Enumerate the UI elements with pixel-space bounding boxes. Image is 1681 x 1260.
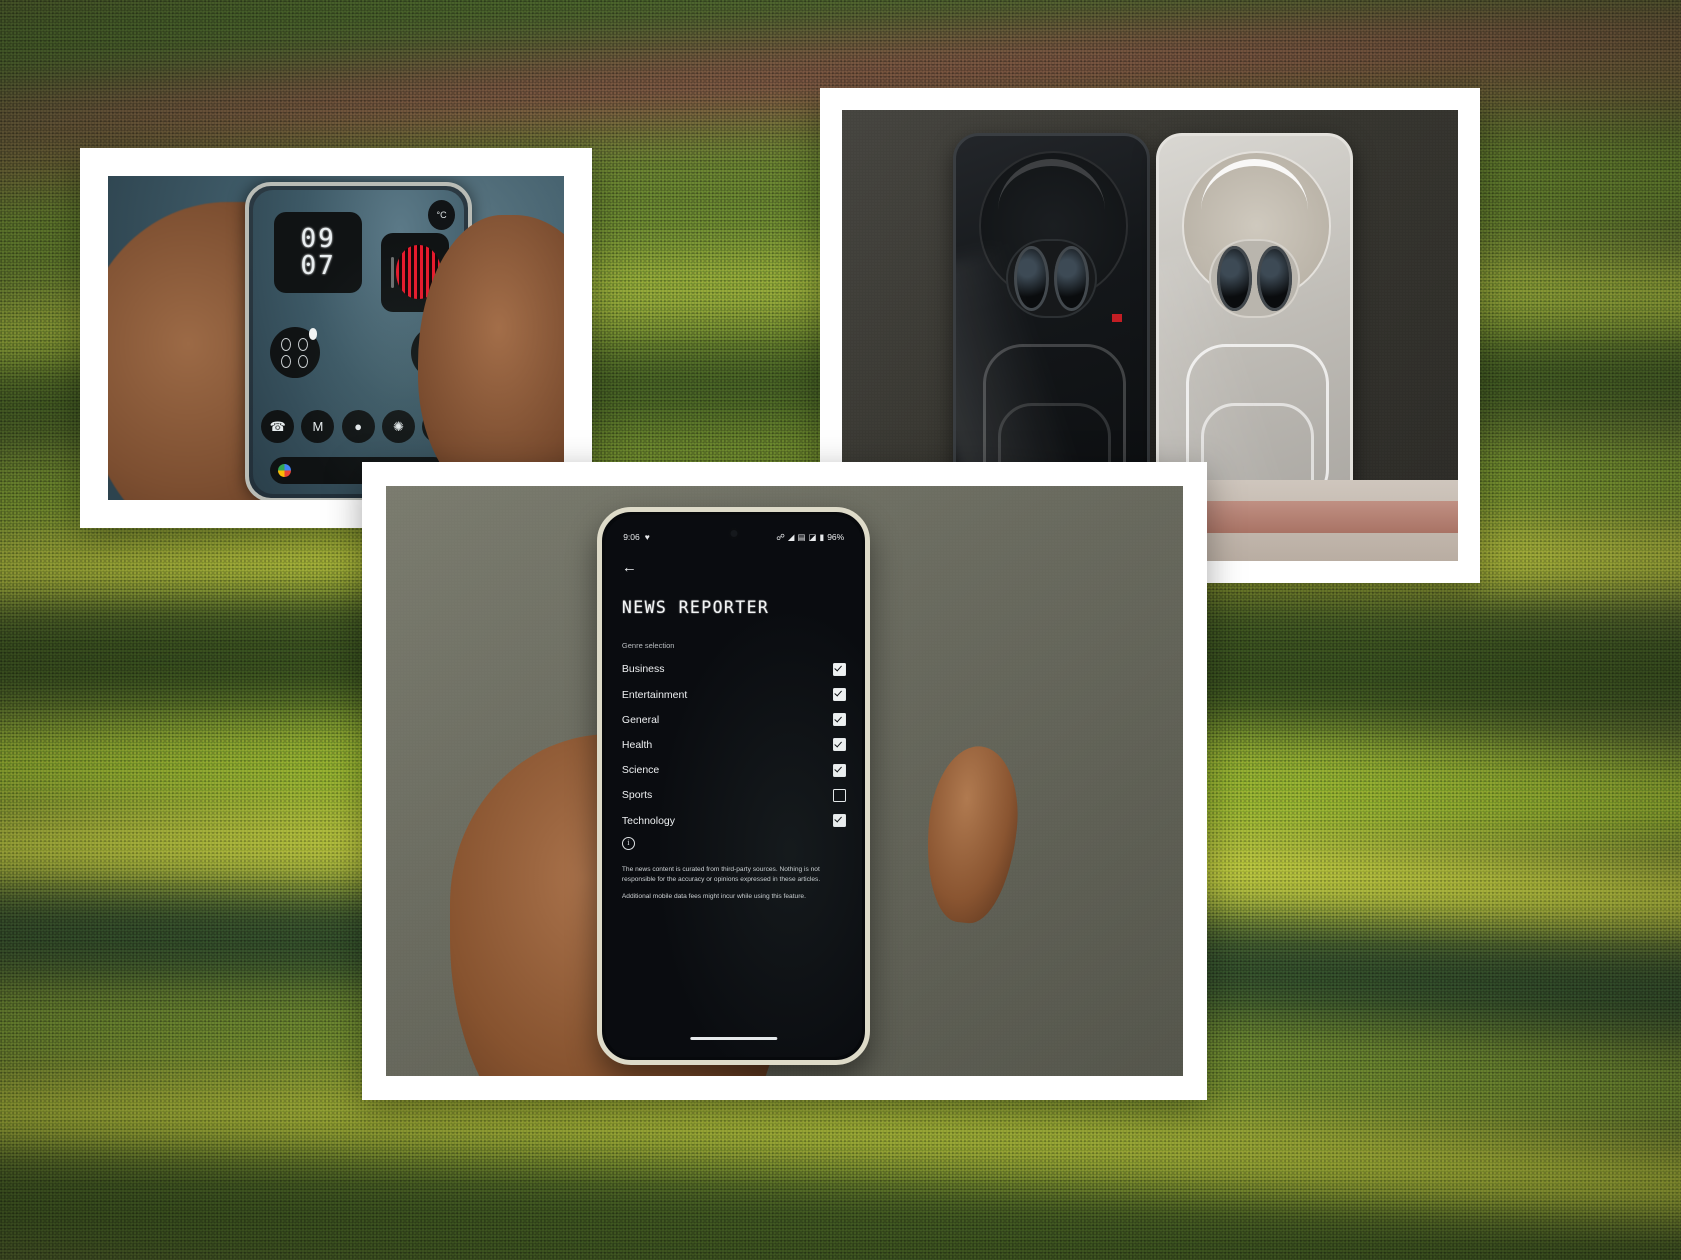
genre-label: Health — [621, 738, 653, 751]
dock-icon-photos[interactable]: ✺ — [381, 410, 415, 444]
genre-label: General — [621, 713, 660, 726]
list-item[interactable]: Entertainment — [622, 682, 846, 707]
dock-icon-maps[interactable]: ● — [341, 410, 375, 444]
news-reporter-photo: 9:06 ♥ ☍ ◢ ▤ ◪ ▮ 96% ← NEWS REPORTER Gen… — [386, 486, 1183, 1076]
disclaimer-block: The news content is curated from third-p… — [622, 865, 849, 910]
front-camera-icon — [728, 527, 740, 539]
photos-icon: ✺ — [393, 418, 404, 434]
signal-icon: ◪ — [808, 531, 817, 542]
back-button[interactable]: ← — [622, 560, 637, 575]
dock-icon-phone[interactable]: ☎ — [261, 410, 295, 444]
gmail-icon: M — [312, 419, 324, 435]
phone-device: 9:06 ♥ ☍ ◢ ▤ ◪ ▮ 96% ← NEWS REPORTER Gen… — [597, 506, 871, 1066]
genre-checkbox[interactable] — [832, 814, 846, 828]
app-dot-icon — [297, 338, 309, 352]
clock-minute: 07 — [300, 250, 336, 281]
camera-lens-icon — [1054, 245, 1089, 311]
google-icon — [277, 464, 291, 478]
homescreen-photo: 09 07 °C ☎ M ● ✺ — [108, 176, 564, 500]
genre-list: Business Entertainment General Health Sc… — [622, 657, 846, 833]
media-bar — [390, 256, 394, 289]
red-accent-square — [1112, 314, 1123, 322]
vibrate-icon: ▤ — [797, 531, 806, 542]
genre-label: Science — [621, 764, 660, 777]
wifi-icon: ◢ — [787, 531, 795, 542]
disclaimer-text-2: Additional mobile data fees might incur … — [621, 893, 806, 901]
list-item[interactable]: Technology — [622, 808, 846, 833]
genre-label: Technology — [621, 814, 676, 827]
genre-checkbox[interactable] — [832, 688, 846, 702]
phone-screen: 9:06 ♥ ☍ ◢ ▤ ◪ ▮ 96% ← NEWS REPORTER Gen… — [605, 514, 863, 1058]
list-item[interactable]: General — [622, 707, 846, 732]
dock-icon-gmail[interactable]: M — [301, 410, 335, 444]
genre-checkbox[interactable] — [832, 662, 846, 676]
home-indicator[interactable] — [690, 1036, 778, 1040]
genre-checkbox[interactable] — [832, 763, 846, 777]
info-icon: i — [621, 836, 635, 850]
maps-icon: ● — [354, 419, 363, 435]
genre-checkbox[interactable] — [832, 738, 846, 752]
camera-lens-icon — [1257, 245, 1293, 311]
page-title: NEWS REPORTER — [621, 598, 770, 618]
disclaimer-text-1: The news content is curated from third-p… — [621, 866, 821, 883]
status-time: 9:06 — [623, 532, 640, 543]
section-label: Genre selection — [621, 641, 675, 651]
temperature-widget[interactable]: °C — [427, 199, 456, 230]
status-icons: ☍ ◢ ▤ ◪ ▮ 96% — [776, 532, 844, 543]
phone-icon: ☎ — [269, 418, 286, 434]
genre-checkbox[interactable] — [832, 713, 846, 727]
clock-hour: 09 — [300, 224, 336, 255]
list-item[interactable]: Sports — [622, 783, 846, 808]
list-item[interactable]: Business — [622, 657, 846, 682]
news-reporter-photo-card: 9:06 ♥ ☍ ◢ ▤ ◪ ▮ 96% ← NEWS REPORTER Gen… — [362, 462, 1207, 1100]
app-dot-icon — [280, 338, 291, 352]
genre-label: Entertainment — [621, 688, 688, 701]
genre-checkbox[interactable] — [832, 788, 846, 802]
heart-icon: ♥ — [644, 532, 650, 543]
genre-label: Business — [621, 663, 665, 676]
list-item[interactable]: Health — [622, 732, 846, 757]
app-dot-icon — [297, 354, 309, 368]
folder-widget-left[interactable] — [269, 326, 321, 379]
list-item[interactable]: Science — [622, 758, 846, 783]
bluetooth-icon: ☍ — [776, 531, 785, 542]
battery-icon: ▮ — [819, 531, 825, 542]
genre-label: Sports — [621, 789, 653, 802]
clock-widget[interactable]: 09 07 — [273, 211, 363, 294]
notification-dot-icon — [308, 327, 318, 340]
app-dot-icon — [280, 354, 291, 368]
battery-percent: 96% — [827, 532, 845, 543]
degree-icon: °C — [436, 209, 447, 220]
